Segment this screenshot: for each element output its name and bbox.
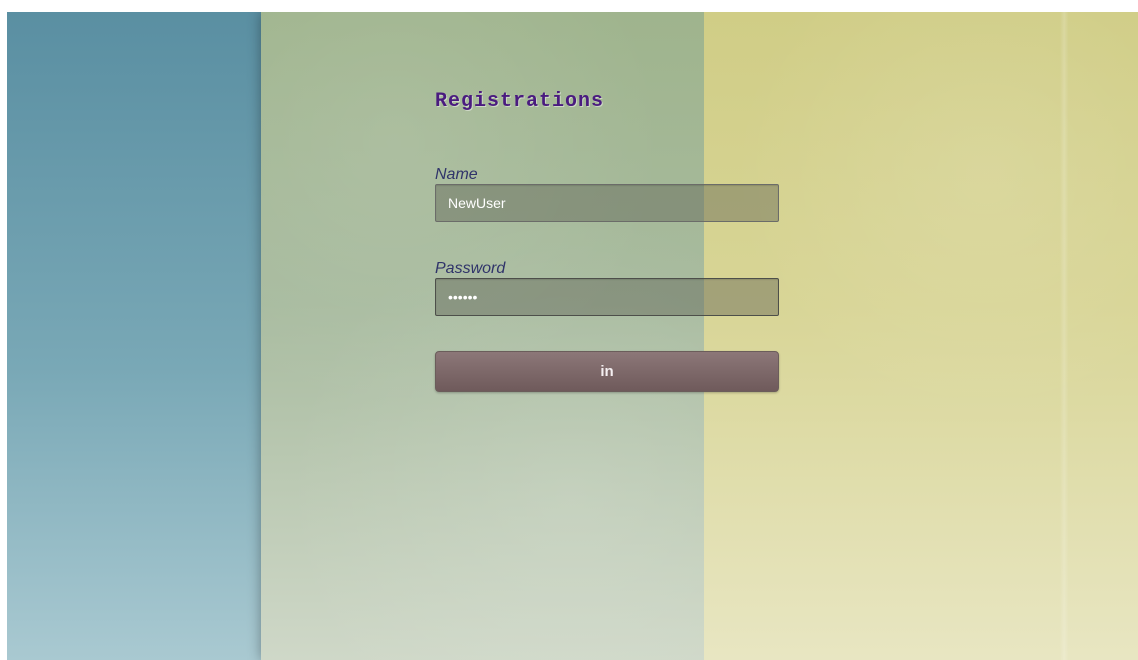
name-label: Name — [435, 166, 478, 183]
page-title: Registrations — [435, 90, 605, 113]
sign-in-button[interactable]: in — [435, 351, 779, 392]
name-input[interactable] — [435, 184, 779, 222]
registration-form: Registrations Name Password in — [435, 90, 779, 392]
password-input[interactable] — [435, 278, 779, 316]
left-background-panel — [7, 12, 261, 660]
password-label: Password — [435, 260, 506, 277]
page-background: Registrations Name Password in — [7, 12, 1138, 660]
